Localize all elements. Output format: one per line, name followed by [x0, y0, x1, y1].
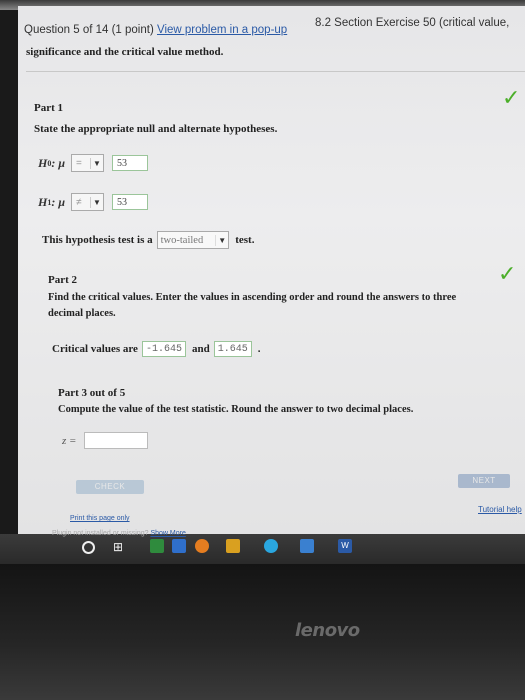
plugin-prefix: Plugin not installed or missing?	[52, 530, 149, 537]
divider	[26, 71, 525, 72]
critical-values-row: Critical values are -1.645 and 1.645 .	[52, 341, 260, 357]
plugin-notice: Plugin not installed or missing? Show Mo…	[52, 530, 186, 537]
h1-operator-value: ≠	[72, 196, 92, 208]
part2-check-icon: ✓	[498, 262, 517, 287]
chevron-down-icon: ▼	[218, 235, 227, 245]
question-header: Question 5 of 14 (1 point) View problem …	[24, 24, 287, 36]
part3-title: Part 3 out of 5	[58, 387, 126, 399]
test-suffix: test.	[235, 234, 255, 246]
firefox-icon[interactable]	[195, 539, 209, 553]
lenovo-logo: lenovo	[295, 620, 360, 641]
browser-page: Question 5 of 14 (1 point) View problem …	[18, 6, 525, 534]
word-icon[interactable]: W	[338, 539, 352, 553]
period: .	[257, 343, 261, 355]
print-page-link[interactable]: Print this page only	[70, 515, 130, 522]
h0-value-input[interactable]: 53	[112, 155, 149, 171]
task-view-icon[interactable]: ⊞	[113, 540, 123, 554]
z-label: z =	[62, 434, 77, 447]
cv-prefix: Critical values are	[52, 343, 138, 355]
z-row: z =	[62, 432, 149, 449]
critical-value-2-input[interactable]: 1.645	[213, 341, 252, 357]
part3-instruction: Compute the value of the test statistic.…	[58, 404, 414, 415]
part1-check-icon: ✓	[502, 86, 521, 111]
h0-operator-select[interactable]: = ▼	[71, 154, 105, 172]
tutorial-help-link[interactable]: Tutorial help	[478, 505, 522, 514]
h1-symbol: H	[38, 194, 48, 209]
chevron-down-icon: ▼	[93, 158, 101, 168]
check-button[interactable]: CHECK	[76, 480, 144, 494]
h1-param: : μ	[51, 194, 66, 209]
test-type-value: two-tailed	[158, 234, 217, 246]
test-type-row: This hypothesis test is a two-tailed ▼ t…	[42, 231, 254, 249]
mail-icon[interactable]	[300, 539, 314, 553]
critical-value-1-input[interactable]: -1.645	[141, 341, 186, 357]
part2-title: Part 2	[48, 274, 78, 286]
part1-title: Part 1	[34, 102, 64, 114]
z-statistic-input[interactable]	[84, 432, 149, 449]
section-title: 8.2 Section Exercise 50 (critical value,	[315, 17, 510, 29]
test-type-select[interactable]: two-tailed ▼	[156, 231, 230, 249]
part2-instruction-line1: Find the critical values. Enter the valu…	[48, 292, 457, 303]
windows-taskbar	[0, 534, 525, 564]
part2-instruction: Find the critical values. Enter the valu…	[48, 290, 518, 322]
test-prefix: This hypothesis test is a	[42, 234, 153, 246]
h0-symbol: H	[38, 155, 48, 170]
show-more-link[interactable]: Show More	[150, 530, 185, 537]
question-label: Question 5 of 14 (1 point)	[24, 24, 154, 36]
h0-row: H0: μ = ▼ 53	[38, 154, 149, 172]
intro-text: significance and the critical value meth…	[26, 46, 224, 58]
part1-instruction: State the appropriate null and alternate…	[34, 123, 278, 135]
popup-link[interactable]: View problem in a pop-up	[157, 24, 287, 36]
h1-row: H1: μ ≠ ▼ 53	[38, 193, 149, 211]
edge-icon[interactable]	[264, 539, 278, 553]
store-icon[interactable]	[226, 539, 240, 553]
chevron-down-icon: ▼	[93, 197, 101, 207]
photos-app-icon[interactable]	[172, 539, 186, 553]
search-icon[interactable]	[82, 541, 95, 554]
and-label: and	[191, 343, 210, 355]
part2-instruction-line2: decimal places.	[48, 308, 116, 319]
h1-value-input[interactable]: 53	[112, 194, 149, 210]
h0-operator-value: =	[72, 157, 92, 169]
monitor-bezel-bottom	[0, 564, 525, 700]
next-button[interactable]: NEXT	[458, 474, 510, 488]
spreadsheet-app-icon[interactable]	[150, 539, 164, 553]
h1-operator-select[interactable]: ≠ ▼	[71, 193, 105, 211]
h0-param: : μ	[51, 155, 66, 170]
